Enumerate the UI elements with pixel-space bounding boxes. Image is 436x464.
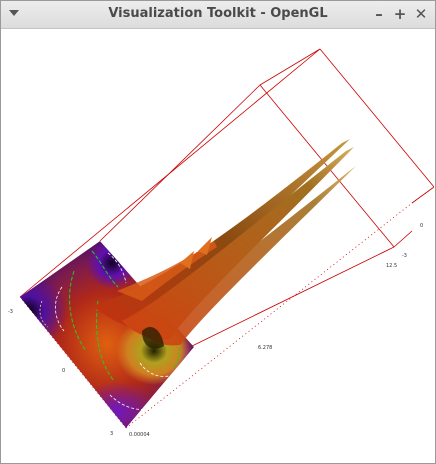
axis-label-x-mid: 6.278 <box>258 345 272 351</box>
axis-label-right-zero: 0 <box>420 223 423 229</box>
vtk-window: Visualization Toolkit - OpenGL – + ✕ -3 … <box>0 0 436 464</box>
axis-label-left-neg: -3 <box>8 309 13 315</box>
axis-label-left-zero: 0 <box>62 368 65 374</box>
axis-label-right-value: 12.5 <box>386 263 397 269</box>
surface-spikes <box>92 139 356 349</box>
axis-label-right-neg: -3 <box>402 253 407 259</box>
axis-label-bottom-value: 0.00004 <box>129 432 150 438</box>
render-viewport[interactable]: -3 0 3 0.00004 6.278 12.5 -3 0 <box>2 29 434 463</box>
minimize-button[interactable]: – <box>370 4 388 24</box>
title-bar[interactable]: Visualization Toolkit - OpenGL – + ✕ <box>1 1 435 29</box>
close-button[interactable]: ✕ <box>412 4 430 24</box>
maximize-button[interactable]: + <box>391 4 409 24</box>
render-canvas[interactable]: -3 0 3 0.00004 6.278 12.5 -3 0 <box>2 29 434 463</box>
axis-label-bottom-pos: 3 <box>110 431 113 437</box>
